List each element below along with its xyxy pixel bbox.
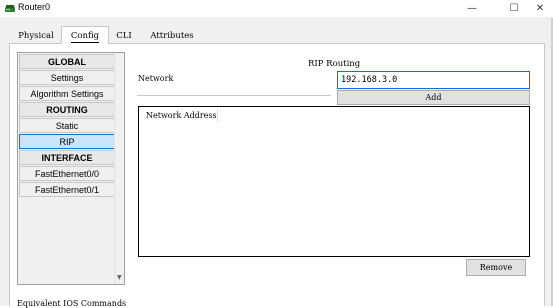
router-icon [5,5,15,12]
tab-physical-label: Physical [18,31,54,41]
tab-cli-label: CLI [116,31,132,41]
tab-attributes-label: Attributes [150,31,194,41]
add-button[interactable]: Add [337,90,530,105]
equivalent-ios-commands-label: Equivalent IOS Commands [17,299,127,308]
nav-item-algorithm-settings[interactable]: Algorithm Settings [19,86,115,101]
nav-header-routing: ROUTING [19,102,115,117]
nav-scrollbar[interactable]: ▼ [114,53,124,284]
window-title: Router0 [18,2,51,12]
scroll-down-icon[interactable]: ▼ [117,275,122,281]
close-icon[interactable]: ✕ [529,0,551,18]
nav-item-static[interactable]: Static [19,118,115,133]
title-bar: Router0 — ☐ ✕ [0,0,553,18]
nav-header-interface: INTERFACE [19,150,115,165]
panel-title: RIP Routing [308,59,361,69]
maximize-icon[interactable]: ☐ [503,0,525,18]
config-nav-list: GLOBAL Settings Algorithm Settings ROUTI… [17,52,125,285]
nav-item-rip[interactable]: RIP [19,134,115,149]
tab-config-label: Config [70,31,100,43]
network-label: Network [138,74,174,83]
nav-item-fastethernet0-0[interactable]: FastEthernet0/0 [19,166,115,181]
nav-header-global: GLOBAL [19,54,115,69]
remove-button[interactable]: Remove [466,259,526,276]
network-address-list[interactable]: Network Address [138,106,530,257]
network-label-underline [137,95,331,96]
minimize-icon[interactable]: — [461,0,483,18]
network-input[interactable] [337,71,530,89]
tab-config[interactable]: Config [61,26,109,44]
nav-item-settings[interactable]: Settings [19,70,115,85]
nav-item-fastethernet0-1[interactable]: FastEthernet0/1 [19,182,115,197]
network-address-column-header: Network Address [142,109,218,123]
